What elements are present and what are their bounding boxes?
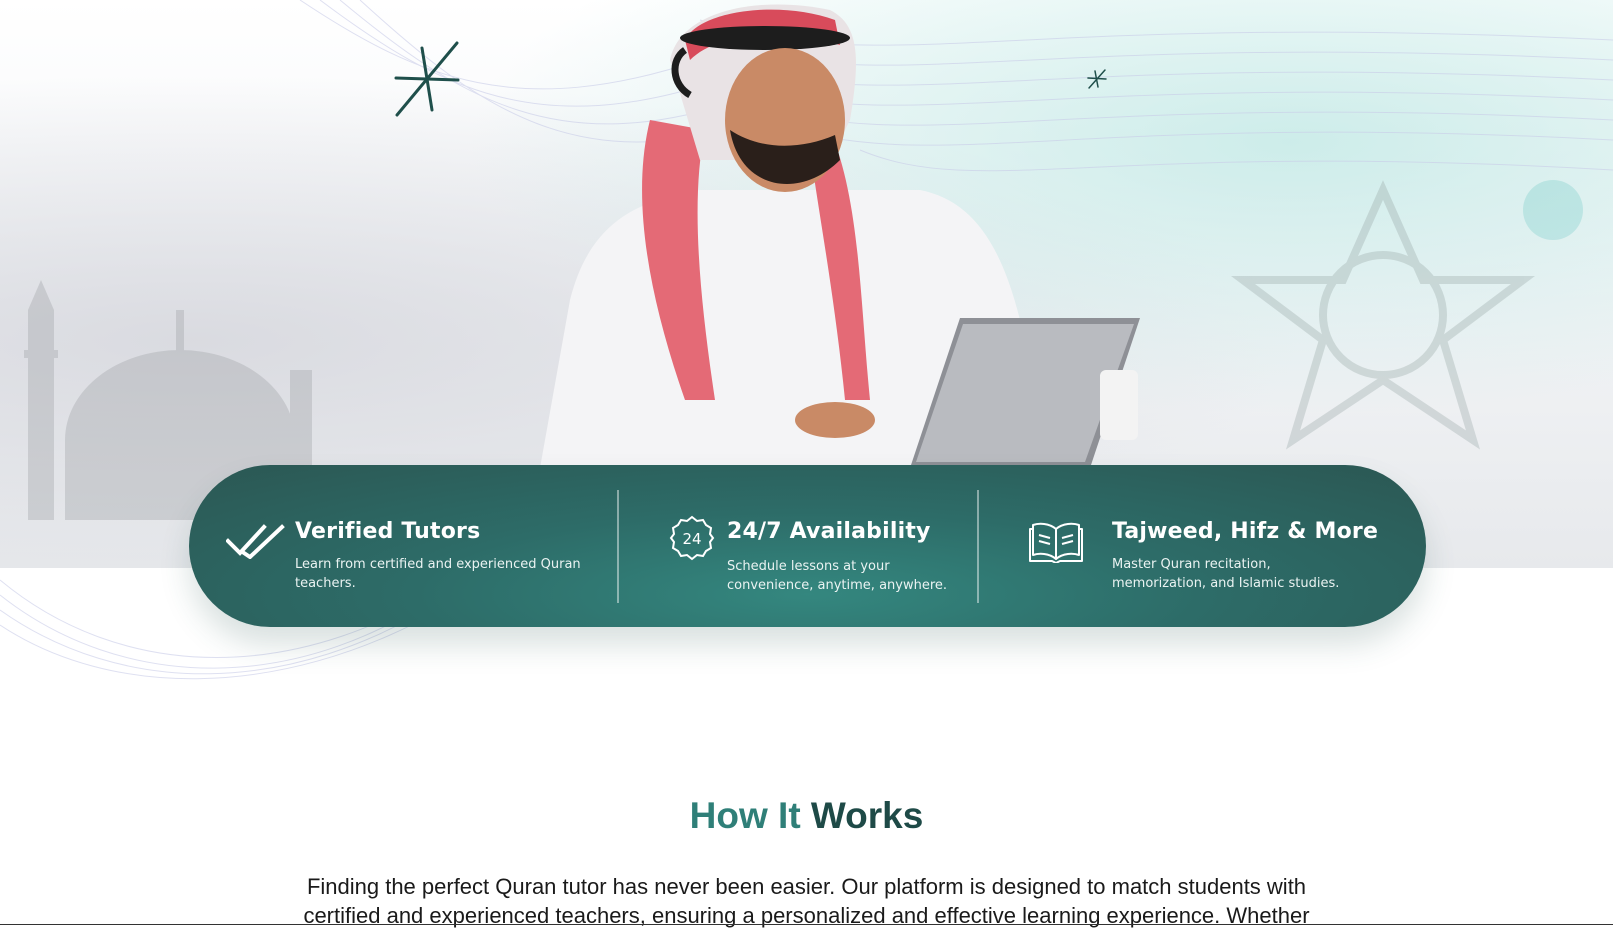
section-title-accent: How It [689,795,801,836]
feature-description-line: convenience, anytime, anywhere. [727,578,948,593]
feature-tajweed-hifz: Tajweed, Hifz & More Master Quran recita… [979,465,1426,627]
feature-description: Learn from certified and experienced Qur… [295,555,595,593]
double-check-icon [226,524,285,559]
feature-verified-tutors: Verified Tutors Learn from certified and… [189,465,619,627]
section-title: How It Works [0,795,1613,837]
clock-24-badge-icon: 24 [669,515,715,561]
feature-description: Master Quran recitation, memorization, a… [1112,555,1402,593]
feature-title: Tajweed, Hifz & More [1112,519,1379,544]
feature-description: Schedule lessons at your convenience, an… [727,557,967,595]
section-intro-text: Finding the perfect Quran tutor has neve… [280,872,1333,930]
section-title-main: Works [810,795,924,836]
tutor-with-laptop-image [540,4,1140,468]
feature-title: Verified Tutors [295,519,481,544]
sparkle-large-icon [394,41,460,117]
intro-text-line: Finding the perfect Quran tutor has neve… [306,874,1307,899]
feature-description-line: Learn from certified and experienced Qur… [295,557,581,572]
feature-availability: 24 24/7 Availability Schedule lessons at… [619,465,979,627]
feature-description-line: Master Quran recitation, [1112,557,1271,572]
intro-text-line: certified and experienced teachers, ensu… [303,903,1310,928]
sparkle-small-icon [1087,69,1107,89]
feature-bar: Verified Tutors Learn from certified and… [189,465,1426,627]
feature-description-line: memorization, and Islamic studies. [1112,576,1340,591]
feature-description-line: Schedule lessons at your [727,559,890,574]
feature-description-line: teachers. [295,576,356,591]
open-book-icon [1029,522,1083,563]
feature-title: 24/7 Availability [727,519,931,544]
badge-number: 24 [682,530,701,548]
islamic-star-pattern-image [1231,180,1583,450]
